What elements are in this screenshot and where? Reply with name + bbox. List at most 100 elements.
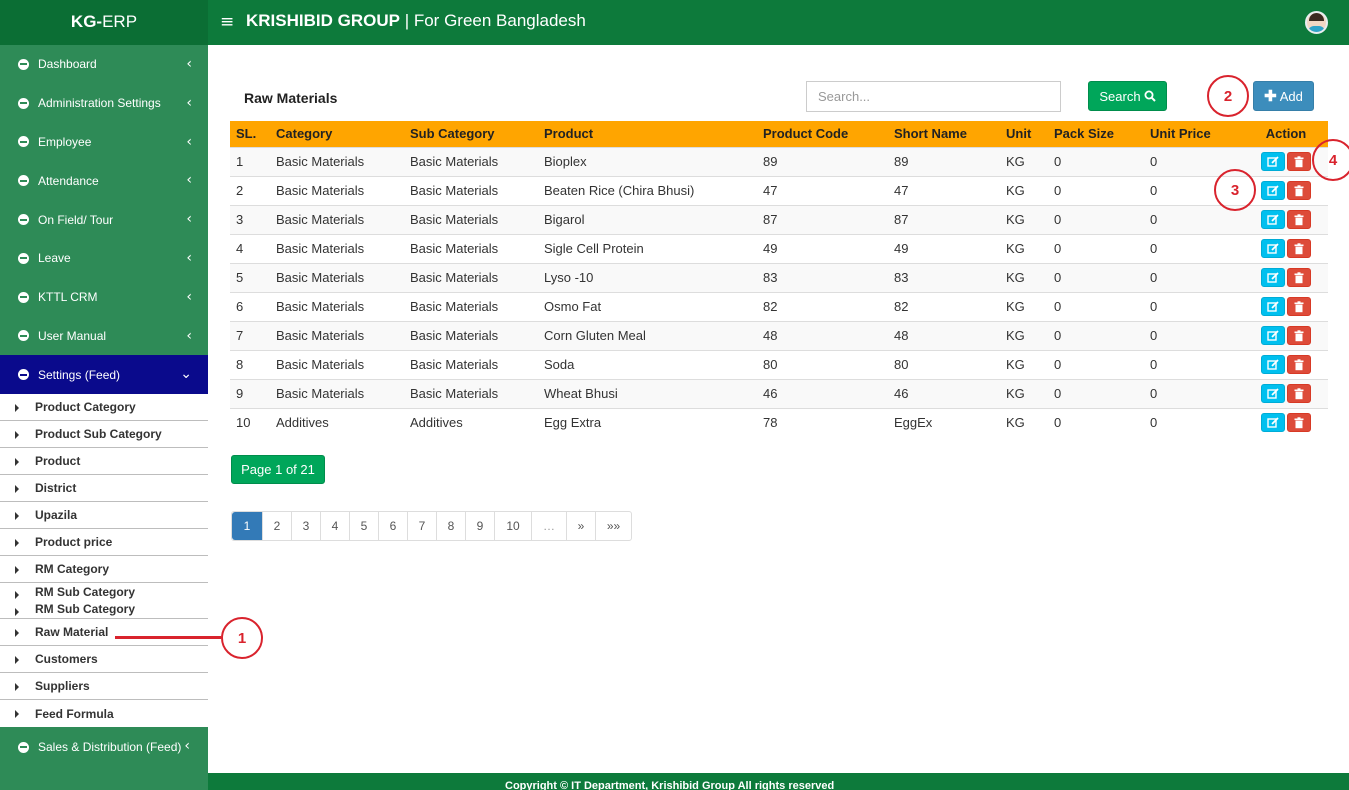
delete-button[interactable] xyxy=(1287,326,1311,345)
submenu-item-product[interactable]: Product xyxy=(0,448,208,476)
caret-right-icon xyxy=(15,566,19,575)
trash-icon xyxy=(1294,243,1304,255)
annotation-callout-3: 3 xyxy=(1214,169,1256,211)
submenu-item-product-category[interactable]: Product Category xyxy=(0,394,208,422)
delete-button[interactable] xyxy=(1287,239,1311,258)
cell-product-code: 82 xyxy=(757,291,888,321)
submenu-item-product-sub-category[interactable]: Product Sub Category xyxy=(0,421,208,449)
submenu-item-rm-sub-category[interactable]: RM Sub Category RM Sub Category xyxy=(0,583,208,620)
cell-sl: 2 xyxy=(230,175,270,205)
cell-unit: KG xyxy=(1000,378,1048,408)
table-row: 3 Basic Materials Basic Materials Bigarol 87… xyxy=(230,204,1328,234)
cell-sub-category: Basic Materials xyxy=(404,262,538,292)
delete-button[interactable] xyxy=(1287,210,1311,229)
column-header-product-code[interactable]: Product Code xyxy=(757,121,888,147)
sidebar-item-user-manual[interactable]: User Manual ‹ xyxy=(0,317,208,356)
pagination-page-3[interactable]: 3 xyxy=(291,512,320,540)
cell-action xyxy=(1244,349,1328,379)
delete-button[interactable] xyxy=(1287,297,1311,316)
submenu-item-label: RM Sub Category xyxy=(35,601,136,616)
chevron-left-icon: ‹ xyxy=(186,133,192,150)
cell-action xyxy=(1244,378,1328,408)
edit-button[interactable] xyxy=(1261,326,1285,345)
search-input[interactable] xyxy=(806,81,1061,112)
brand-logo[interactable]: KG-ERP xyxy=(0,0,208,45)
edit-button[interactable] xyxy=(1261,384,1285,403)
pagination-page-10[interactable]: 10 xyxy=(494,512,531,540)
column-header-category[interactable]: Category xyxy=(270,121,404,147)
user-avatar[interactable] xyxy=(1305,11,1328,34)
edit-icon xyxy=(1267,185,1279,196)
cell-unit-price: 0 xyxy=(1144,378,1244,408)
cell-product-code: 89 xyxy=(757,146,888,176)
cell-short-name: EggEx xyxy=(888,407,1000,437)
submenu-item-product-price[interactable]: Product price xyxy=(0,529,208,557)
header-tagline: For Green Bangladesh xyxy=(413,11,586,30)
cell-product-code: 49 xyxy=(757,233,888,263)
sidebar-item-kttl-crm[interactable]: KTTL CRM ‹ xyxy=(0,278,208,317)
delete-button[interactable] xyxy=(1287,268,1311,287)
submenu-item-upazila[interactable]: Upazila xyxy=(0,502,208,530)
delete-button[interactable] xyxy=(1287,413,1311,433)
sidebar-item-dashboard[interactable]: Dashboard ‹ xyxy=(0,45,208,84)
column-header-pack-size[interactable]: Pack Size xyxy=(1048,121,1144,147)
column-header-unit-price[interactable]: Unit Price xyxy=(1144,121,1244,147)
submenu-item-rm-category[interactable]: RM Category xyxy=(0,556,208,584)
pagination: 1 2 3 4 5 6 7 8 9 10…»»» xyxy=(231,511,632,541)
search-button[interactable]: Search xyxy=(1088,81,1167,111)
edit-button[interactable] xyxy=(1261,152,1285,171)
cell-sl: 5 xyxy=(230,262,270,292)
cell-short-name: 46 xyxy=(888,378,1000,408)
pagination-last[interactable]: »» xyxy=(595,512,631,540)
column-header-sub-category[interactable]: Sub Category xyxy=(404,121,538,147)
submenu-item-suppliers[interactable]: Suppliers xyxy=(0,673,208,701)
table-row: 7 Basic Materials Basic Materials Corn Glut… xyxy=(230,320,1328,350)
delete-button[interactable] xyxy=(1287,384,1311,403)
add-button-label: Add xyxy=(1279,88,1303,104)
sidebar-item-leave[interactable]: Leave ‹ xyxy=(0,239,208,278)
cell-unit: KG xyxy=(1000,146,1048,176)
column-header-sl[interactable]: SL. xyxy=(230,121,270,147)
submenu-item-district[interactable]: District xyxy=(0,475,208,503)
column-header-short-name[interactable]: Short Name xyxy=(888,121,1000,147)
delete-button[interactable] xyxy=(1287,181,1311,200)
edit-button[interactable] xyxy=(1261,181,1285,200)
menu-toggle-icon[interactable]: ≡ xyxy=(220,13,234,31)
column-header-unit[interactable]: Unit xyxy=(1000,121,1048,147)
minus-circle-icon xyxy=(18,97,29,109)
pagination-page-5[interactable]: 5 xyxy=(349,512,378,540)
edit-button[interactable] xyxy=(1261,210,1285,229)
sidebar-item-on-field-tour[interactable]: On Field/ Tour ‹ xyxy=(0,200,208,239)
minus-circle-icon xyxy=(18,58,29,70)
edit-button[interactable] xyxy=(1261,297,1285,316)
edit-button[interactable] xyxy=(1261,268,1285,287)
edit-button[interactable] xyxy=(1261,413,1285,433)
submenu-item-label: Upazila xyxy=(35,508,78,523)
pagination-page-8[interactable]: 8 xyxy=(436,512,465,540)
pagination-page-7[interactable]: 7 xyxy=(407,512,436,540)
sidebar-item-employee[interactable]: Employee ‹ xyxy=(0,123,208,162)
edit-button[interactable] xyxy=(1261,239,1285,258)
sidebar-item-settings-feed[interactable]: Settings (Feed) ⌄ xyxy=(0,355,208,395)
pagination-page-2[interactable]: 2 xyxy=(262,512,291,540)
pagination-page-6[interactable]: 6 xyxy=(378,512,407,540)
cell-unit-price: 0 xyxy=(1144,291,1244,321)
edit-button[interactable] xyxy=(1261,355,1285,374)
cell-sub-category: Basic Materials xyxy=(404,320,538,350)
pagination-page-4[interactable]: 4 xyxy=(320,512,349,540)
column-header-product[interactable]: Product xyxy=(538,121,757,147)
chevron-left-icon: ‹ xyxy=(186,56,192,72)
submenu-item-feed-formula[interactable]: Feed Formula xyxy=(0,700,208,727)
add-button[interactable]: ✚ Add xyxy=(1253,81,1314,111)
pagination-page-9[interactable]: 9 xyxy=(465,512,494,540)
sidebar-item-sales-distribution-feed[interactable]: Sales & Distribution (Feed) ‹ xyxy=(0,727,208,767)
sidebar-item-attendance[interactable]: Attendance ‹ xyxy=(0,161,208,200)
sidebar-item-administration-settings[interactable]: Administration Settings ‹ xyxy=(0,84,208,123)
pagination-page-1[interactable]: 1 xyxy=(232,512,262,540)
submenu-item-customers[interactable]: Customers xyxy=(0,646,208,674)
delete-button[interactable] xyxy=(1287,152,1311,171)
submenu-item-raw-material[interactable]: Raw Material xyxy=(0,619,208,647)
pagination-next[interactable]: » xyxy=(566,512,595,540)
edit-icon xyxy=(1267,301,1279,312)
delete-button[interactable] xyxy=(1287,355,1311,374)
